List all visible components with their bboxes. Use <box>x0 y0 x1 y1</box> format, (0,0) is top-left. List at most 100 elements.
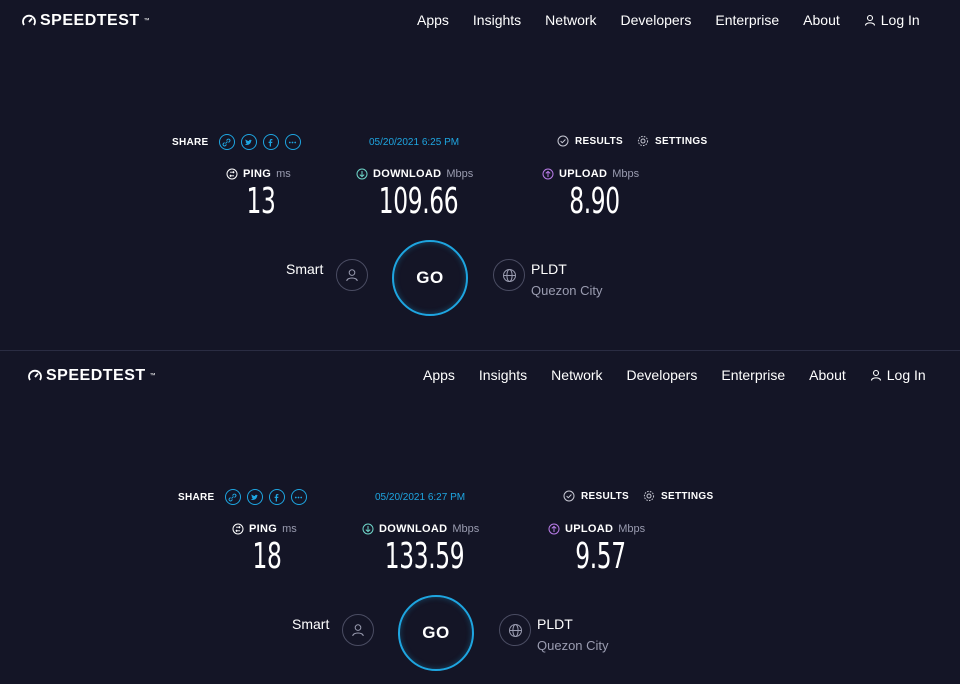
link-icon[interactable] <box>218 134 235 150</box>
more-icon[interactable] <box>290 489 307 505</box>
go-button[interactable]: GO <box>392 240 468 316</box>
go-label: GO <box>422 623 450 642</box>
nav-enterprise[interactable]: Enterprise <box>715 12 779 28</box>
download-label: DOWNLOAD <box>379 523 448 535</box>
login-link[interactable]: Log In <box>864 12 920 28</box>
results-settings-row: RESULTS SETTINGS <box>563 490 713 502</box>
test-datetime[interactable]: 05/20/2021 6:25 PM <box>369 137 459 148</box>
upload-metric: UPLOAD Mbps 9.57 <box>548 523 653 575</box>
nav-insights[interactable]: Insights <box>479 367 527 383</box>
ping-label: PING <box>243 168 272 180</box>
upload-metric: UPLOAD Mbps 8.90 <box>542 168 647 220</box>
upload-value: 8.90 <box>569 181 620 222</box>
nav-apps[interactable]: Apps <box>423 367 455 383</box>
facebook-icon[interactable] <box>262 134 279 150</box>
more-icon[interactable] <box>284 134 301 150</box>
nav-apps[interactable]: Apps <box>417 12 449 28</box>
user-icon <box>346 269 358 282</box>
upload-arrow-icon <box>542 168 554 180</box>
globe-icon <box>508 623 522 637</box>
ping-label: PING <box>249 523 278 535</box>
results-link[interactable]: RESULTS <box>575 136 623 147</box>
link-icon[interactable] <box>224 489 241 505</box>
ping-value: 13 <box>246 181 276 222</box>
check-circle-icon <box>557 135 569 147</box>
share-label: SHARE <box>172 136 209 148</box>
ping-icon <box>226 168 238 180</box>
go-label: GO <box>416 268 444 287</box>
login-label: Log In <box>886 367 926 383</box>
download-arrow-icon <box>362 523 374 535</box>
ping-unit: ms <box>282 523 297 535</box>
go-button[interactable]: GO <box>398 595 474 671</box>
change-client-button[interactable] <box>342 614 374 646</box>
ping-unit: ms <box>276 168 291 180</box>
nav-about[interactable]: About <box>803 12 840 28</box>
speedometer-icon <box>22 14 36 26</box>
nav-about[interactable]: About <box>809 367 846 383</box>
nav-developers[interactable]: Developers <box>627 367 698 383</box>
nav-insights[interactable]: Insights <box>473 12 521 28</box>
server-name: PLDT <box>537 616 573 632</box>
results-link[interactable]: RESULTS <box>581 491 629 502</box>
ping-value: 18 <box>252 536 282 577</box>
share-row: SHARE <box>172 134 301 150</box>
speedometer-icon <box>28 369 42 381</box>
gear-icon <box>637 135 649 147</box>
upload-unit: Mbps <box>618 523 646 535</box>
logo-text: SPEEDTEST <box>46 367 146 384</box>
download-value: 133.59 <box>384 536 465 577</box>
speedtest-panel-2: SPEEDTEST ™ Apps Insights Network Develop… <box>0 355 960 684</box>
globe-icon <box>502 268 516 282</box>
ping-metric: PING ms 13 <box>226 168 296 220</box>
facebook-icon[interactable] <box>268 489 285 505</box>
speedtest-logo[interactable]: SPEEDTEST ™ <box>28 367 156 385</box>
ping-metric: PING ms 18 <box>232 523 302 575</box>
screenshot-divider <box>0 350 960 351</box>
client-isp: Smart <box>292 616 330 632</box>
twitter-icon[interactable] <box>240 134 257 150</box>
download-unit: Mbps <box>452 523 480 535</box>
download-unit: Mbps <box>446 168 474 180</box>
client-isp: Smart <box>286 261 324 277</box>
upload-label: UPLOAD <box>565 523 614 535</box>
user-icon <box>352 624 364 637</box>
nav-network[interactable]: Network <box>551 367 602 383</box>
settings-link[interactable]: SETTINGS <box>655 136 707 147</box>
upload-unit: Mbps <box>612 168 640 180</box>
twitter-icon[interactable] <box>246 489 263 505</box>
gear-icon <box>643 490 655 502</box>
nav-developers[interactable]: Developers <box>621 12 692 28</box>
download-value: 109.66 <box>378 181 459 222</box>
share-row: SHARE <box>178 489 307 505</box>
download-metric: DOWNLOAD Mbps 133.59 <box>362 523 487 575</box>
logo-text: SPEEDTEST <box>40 12 140 29</box>
top-nav: Apps Insights Network Developers Enterpr… <box>417 12 920 28</box>
change-server-button[interactable] <box>499 614 531 646</box>
upload-value: 9.57 <box>575 536 626 577</box>
upload-label: UPLOAD <box>559 168 608 180</box>
speedtest-panel-1: SPEEDTEST ™ Apps Insights Network Develop… <box>0 0 960 342</box>
change-server-button[interactable] <box>493 259 525 291</box>
share-label: SHARE <box>178 491 215 503</box>
login-label: Log In <box>880 12 920 28</box>
nav-network[interactable]: Network <box>545 12 596 28</box>
ping-icon <box>232 523 244 535</box>
login-link[interactable]: Log In <box>870 367 926 383</box>
results-settings-row: RESULTS SETTINGS <box>557 135 707 147</box>
user-icon <box>870 369 881 381</box>
user-icon <box>864 14 875 26</box>
download-metric: DOWNLOAD Mbps 109.66 <box>356 168 481 220</box>
download-label: DOWNLOAD <box>373 168 442 180</box>
speedtest-logo[interactable]: SPEEDTEST ™ <box>22 12 150 30</box>
top-nav: Apps Insights Network Developers Enterpr… <box>423 367 926 383</box>
check-circle-icon <box>563 490 575 502</box>
server-location[interactable]: Quezon City <box>537 638 609 653</box>
change-client-button[interactable] <box>336 259 368 291</box>
download-arrow-icon <box>356 168 368 180</box>
nav-enterprise[interactable]: Enterprise <box>721 367 785 383</box>
settings-link[interactable]: SETTINGS <box>661 491 713 502</box>
test-datetime[interactable]: 05/20/2021 6:27 PM <box>375 492 465 503</box>
server-location[interactable]: Quezon City <box>531 283 603 298</box>
server-name: PLDT <box>531 261 567 277</box>
